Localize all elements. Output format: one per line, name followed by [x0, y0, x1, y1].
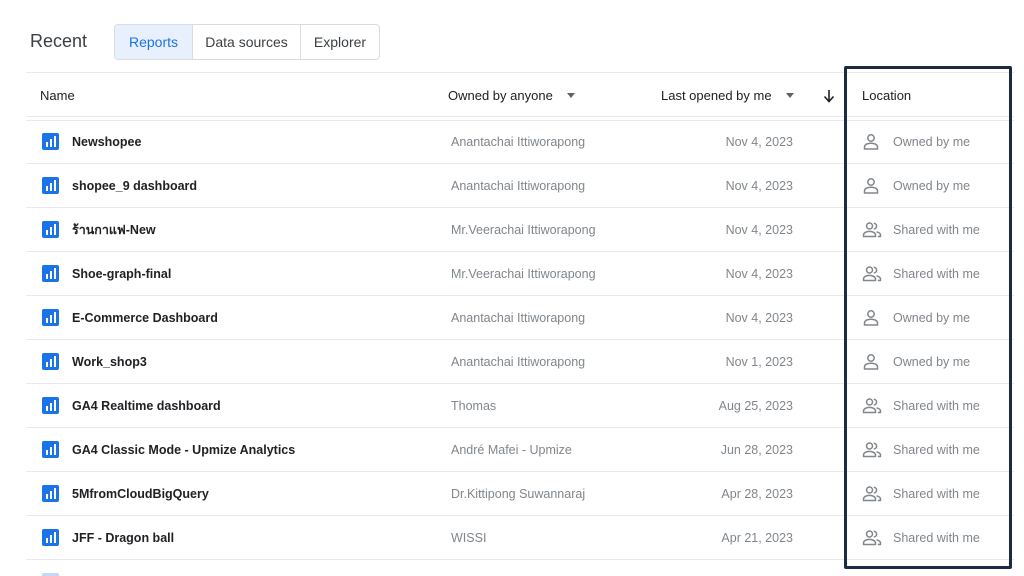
report-name[interactable]: GA4 Classic Mode - Upmize Analytics	[72, 428, 295, 472]
table-header: Name Owned by anyone Last opened by me L…	[26, 72, 1014, 117]
report-name[interactable]: JFF - Dragon ball	[72, 516, 174, 560]
report-icon	[42, 397, 59, 414]
report-icon	[42, 177, 59, 194]
table-row[interactable]: GA4 Realtime dashboard Thomas Aug 25, 20…	[26, 384, 1014, 428]
person-icon	[862, 308, 882, 328]
last-opened-date: Nov 4, 2023	[725, 179, 793, 193]
location-label: Owned by me	[893, 179, 971, 193]
report-name[interactable]: Newshopee	[72, 120, 141, 164]
page-title: Recent	[30, 31, 88, 51]
location-label: Owned by me	[893, 135, 971, 149]
location-label: Owned by me	[893, 355, 971, 369]
column-header-location-label: Location	[862, 88, 912, 103]
people-icon	[862, 484, 882, 504]
people-icon	[862, 440, 882, 460]
people-icon	[862, 264, 882, 284]
last-opened-date: Apr 21, 2023	[721, 531, 793, 545]
table-row[interactable]: ร้านกาแฟ-New Mr.Veerachai Ittiworapong N…	[26, 208, 1014, 252]
report-owner: Dr.Kittipong Suwannaraj	[451, 487, 586, 501]
report-icon	[42, 529, 59, 546]
last-opened-sort-dropdown[interactable]: Last opened by me	[661, 73, 794, 118]
last-opened-date: Aug 25, 2023	[718, 399, 793, 413]
report-name[interactable]: Shoe-graph-final	[72, 252, 171, 296]
chevron-down-icon	[566, 93, 575, 98]
last-opened-date: Nov 4, 2023	[725, 135, 793, 149]
person-icon	[862, 176, 882, 196]
report-icon	[42, 353, 59, 370]
last-opened-label: Last opened by me	[661, 88, 772, 103]
report-icon	[42, 265, 59, 282]
column-header-name: Name	[40, 73, 75, 118]
report-name[interactable]: shopee_9 dashboard	[72, 164, 197, 208]
report-name[interactable]: Work_shop3	[72, 340, 147, 384]
report-name[interactable]: GA4 Realtime dashboard	[72, 384, 221, 428]
report-owner: Mr.Veerachai Ittiworapong	[451, 267, 596, 281]
table-row[interactable]: JFF - Dragon ball WISSI Apr 21, 2023 Sha…	[26, 516, 1014, 560]
last-opened-date: Nov 4, 2023	[725, 311, 793, 325]
owner-filter-dropdown[interactable]: Owned by anyone	[448, 73, 575, 118]
table-row[interactable]: shopee_9 dashboard Anantachai Ittiworapo…	[26, 164, 1014, 208]
location-label: Shared with me	[893, 443, 980, 457]
owner-filter-label: Owned by anyone	[448, 88, 553, 103]
people-icon	[862, 396, 882, 416]
tab-reports[interactable]: Reports	[115, 25, 193, 59]
report-name[interactable]: 5MfromCloudBigQuery	[72, 472, 209, 516]
table-body: Newshopee Anantachai Ittiworapong Nov 4,…	[26, 120, 1014, 560]
location-label: Shared with me	[893, 399, 980, 413]
chevron-down-icon	[785, 93, 794, 98]
report-owner: Anantachai Ittiworapong	[451, 311, 586, 325]
location-label: Shared with me	[893, 531, 980, 545]
report-owner: André Mafei - Upmize	[451, 443, 572, 457]
tab-group: Reports Data sources Explorer	[114, 24, 380, 60]
report-icon	[42, 133, 59, 150]
location-label: Shared with me	[893, 487, 980, 501]
column-header-location: Location	[862, 73, 911, 118]
report-icon	[42, 441, 59, 458]
report-icon	[42, 485, 59, 502]
table-row[interactable]: 5MfromCloudBigQuery Dr.Kittipong Suwanna…	[26, 472, 1014, 516]
sort-arrow-down-icon[interactable]	[822, 87, 836, 105]
report-name[interactable]: E-Commerce Dashboard	[72, 296, 218, 340]
last-opened-date: Nov 1, 2023	[725, 355, 793, 369]
location-label: Owned by me	[893, 311, 971, 325]
report-owner: Mr.Veerachai Ittiworapong	[451, 223, 596, 237]
last-opened-date: Nov 4, 2023	[725, 223, 793, 237]
report-icon	[42, 221, 59, 238]
tab-data-sources[interactable]: Data sources	[193, 25, 301, 59]
person-icon	[862, 352, 882, 372]
table-row[interactable]: GA4 Classic Mode - Upmize Analytics Andr…	[26, 428, 1014, 472]
report-owner: WISSI	[451, 531, 487, 545]
report-name[interactable]: ร้านกาแฟ-New	[72, 208, 156, 252]
last-opened-date: Jun 28, 2023	[720, 443, 793, 457]
report-owner: Thomas	[451, 399, 497, 413]
people-icon	[862, 528, 882, 548]
tab-explorer[interactable]: Explorer	[301, 25, 379, 59]
top-bar: Recent Reports Data sources Explorer	[0, 0, 1024, 72]
last-opened-date: Apr 28, 2023	[721, 487, 793, 501]
people-icon	[862, 220, 882, 240]
report-owner: Anantachai Ittiworapong	[451, 135, 586, 149]
table-row[interactable]: E-Commerce Dashboard Anantachai Ittiwora…	[26, 296, 1014, 340]
table-row[interactable]: Work_shop3 Anantachai Ittiworapong Nov 1…	[26, 340, 1014, 384]
table-row[interactable]: Shoe-graph-final Mr.Veerachai Ittiworapo…	[26, 252, 1014, 296]
last-opened-date: Nov 4, 2023	[725, 267, 793, 281]
report-owner: Anantachai Ittiworapong	[451, 355, 586, 369]
column-header-name-label: Name	[40, 88, 75, 103]
report-owner: Anantachai Ittiworapong	[451, 179, 586, 193]
table-row[interactable]: Newshopee Anantachai Ittiworapong Nov 4,…	[26, 120, 1014, 164]
person-icon	[862, 132, 882, 152]
location-label: Shared with me	[893, 267, 980, 281]
location-label: Shared with me	[893, 223, 980, 237]
report-icon	[42, 309, 59, 326]
